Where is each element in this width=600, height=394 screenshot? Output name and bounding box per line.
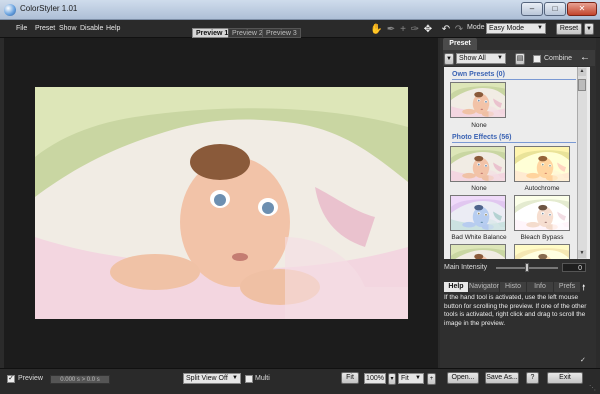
save-preset-icon[interactable]: ▤ <box>515 53 525 65</box>
preset-list: Own Presets (0) None Photo Effects (56) … <box>444 67 590 259</box>
crosshair-tool-icon[interactable]: + <box>397 24 409 36</box>
eyedropper-tool-icon[interactable]: ✒ <box>385 24 397 36</box>
save-as-button[interactable]: Save As... <box>485 372 519 384</box>
multi-checkbox[interactable] <box>245 375 253 383</box>
menu-preset[interactable]: Preset <box>35 25 55 32</box>
split-view-select[interactable]: Split View Off ▼ <box>183 373 241 384</box>
baby-photo-thumb <box>451 245 506 259</box>
render-timer: 0.000 s > 0.0 s <box>50 375 110 384</box>
scroll-down-icon[interactable]: ▼ <box>578 250 586 258</box>
combine-checkbox[interactable] <box>533 55 541 63</box>
preview-checkbox[interactable]: ✓ <box>7 375 15 383</box>
undo-icon[interactable]: ↶ <box>440 24 452 36</box>
collapse-icon[interactable]: ▼ <box>444 53 454 65</box>
open-button[interactable]: Open... <box>447 372 479 384</box>
preset-thumb-autochrome[interactable] <box>514 146 570 182</box>
preset-label: None <box>471 122 487 129</box>
close-button[interactable]: ✕ <box>567 2 597 16</box>
window-title: ColorStyler 1.01 <box>20 4 78 13</box>
preview-image[interactable] <box>35 87 408 319</box>
app-icon <box>4 4 16 16</box>
menu-file[interactable]: File <box>16 25 27 32</box>
add-icon[interactable]: + <box>427 373 436 385</box>
preset-thumb-bleach-bypass[interactable] <box>514 195 570 231</box>
zoom-stepper-icon[interactable]: ▾ <box>388 373 396 385</box>
help-text: If the hand tool is activated, use the l… <box>444 294 587 327</box>
tab-preview-1[interactable]: Preview 1 <box>192 28 233 38</box>
preset-thumb-bad-white-balance[interactable] <box>450 195 506 231</box>
reset-button[interactable]: Reset <box>556 23 582 35</box>
baby-photo <box>35 87 408 319</box>
reset-dropdown-button[interactable]: ▼ <box>584 23 594 35</box>
baby-photo-thumb <box>515 245 570 259</box>
filter-select-value: Show All <box>459 55 486 62</box>
preset-label: Bleach Bypass <box>520 234 564 241</box>
scrollbar-thumb[interactable] <box>578 79 586 91</box>
chevron-down-icon: ▼ <box>497 55 503 61</box>
intensity-slider-thumb[interactable] <box>525 263 529 272</box>
tab-info[interactable]: Info <box>527 282 553 292</box>
checkmark-icon[interactable]: ✓ <box>580 356 586 364</box>
menu-disable[interactable]: Disable <box>80 25 103 32</box>
preview-canvas[interactable] <box>4 38 438 368</box>
preset-scrollbar[interactable] <box>577 67 587 259</box>
baby-photo-thumb <box>451 83 506 118</box>
preset-label: Autochrome <box>524 185 560 192</box>
mode-label: Mode <box>467 24 485 31</box>
split-view-value: Split View Off <box>186 375 228 382</box>
own-presets-header[interactable]: Own Presets (0) <box>452 71 505 78</box>
move-tool-icon[interactable]: ✥ <box>422 24 434 36</box>
combine-label: Combine <box>544 55 573 62</box>
divider <box>452 142 576 143</box>
hand-tool-icon[interactable]: ✋ <box>370 24 382 36</box>
tab-help[interactable]: Help <box>444 282 468 292</box>
tab-preset[interactable]: Preset <box>443 38 477 50</box>
baby-photo-thumb <box>515 196 570 231</box>
title-bar: ColorStyler 1.01 – □ ✕ <box>0 0 600 20</box>
brush-tool-icon[interactable]: ✑ <box>409 24 421 36</box>
arrow-left-icon[interactable]: ← <box>580 52 590 63</box>
baby-photo-thumb <box>451 196 506 231</box>
mode-select-value: Easy Mode <box>489 25 525 32</box>
preset-thumb-none[interactable] <box>450 146 506 182</box>
menu-show[interactable]: Show <box>59 25 77 32</box>
tab-prefs[interactable]: Prefs <box>554 282 580 292</box>
redo-icon[interactable]: ↷ <box>453 24 465 36</box>
preset-thumb-partial[interactable] <box>450 244 506 259</box>
menu-bar: File Preset Show Disable Help Preview 1 … <box>0 20 600 38</box>
filter-select[interactable]: Show All ▼ <box>456 53 506 64</box>
zoom-value[interactable]: 100% <box>364 373 386 384</box>
chevron-down-icon: ▼ <box>537 25 543 31</box>
photo-effects-header[interactable]: Photo Effects (56) <box>452 134 512 141</box>
tab-histo[interactable]: Histo <box>500 282 526 292</box>
preset-label: Bad White Balance <box>451 234 507 241</box>
scroll-up-icon[interactable]: ▲ <box>578 68 586 76</box>
divider <box>452 79 576 80</box>
fit-button[interactable]: Fit <box>341 372 359 384</box>
fit-select[interactable]: Fit ▼ <box>398 373 424 384</box>
exit-button[interactable]: Exit <box>547 372 583 384</box>
menu-help[interactable]: Help <box>106 25 120 32</box>
fit-select-value: Fit <box>401 375 409 382</box>
chevron-down-icon: ▼ <box>232 375 238 381</box>
resize-grip-icon[interactable]: ⋱ <box>589 384 596 392</box>
preset-label: None <box>471 185 487 192</box>
chevron-down-icon: ▼ <box>415 375 421 381</box>
multi-label: Multi <box>255 375 270 382</box>
preset-thumb-own-none[interactable] <box>450 82 506 118</box>
baby-photo-thumb <box>515 147 570 182</box>
tab-navigator[interactable]: Navigator <box>469 282 499 292</box>
preview-label: Preview <box>18 375 43 382</box>
minimize-button[interactable]: – <box>521 2 543 16</box>
preset-thumb-partial[interactable] <box>514 244 570 259</box>
help-button[interactable]: ? <box>526 372 539 384</box>
baby-photo-thumb <box>451 147 506 182</box>
maximize-button[interactable]: □ <box>544 2 566 16</box>
tab-preview-3[interactable]: Preview 3 <box>262 28 301 38</box>
intensity-label: Main Intensity <box>444 264 488 271</box>
tab-preview-2[interactable]: Preview 2 <box>228 28 267 38</box>
mode-select[interactable]: Easy Mode ▼ <box>486 23 546 34</box>
intensity-value[interactable]: 0 <box>562 263 586 272</box>
